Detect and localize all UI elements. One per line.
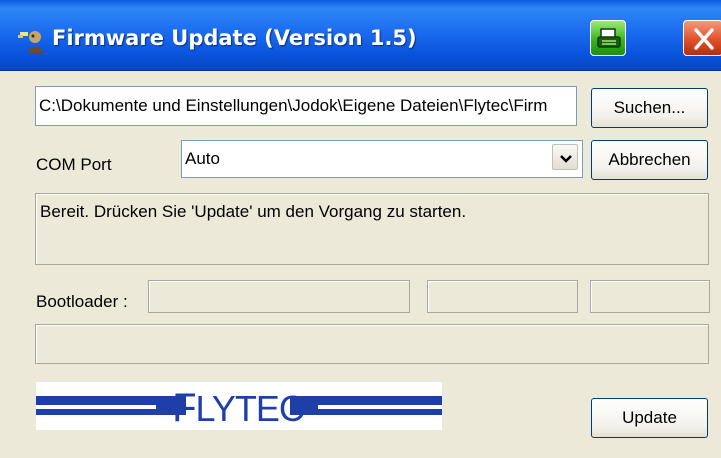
flytec-logo-graphic: FLYTEC — [36, 384, 442, 430]
com-port-select[interactable]: Auto — [181, 140, 583, 178]
file-path-value: C:\Dokumente und Einstellungen\Jodok\Eig… — [39, 96, 548, 115]
update-button[interactable]: Update — [591, 398, 708, 438]
cancel-button[interactable]: Abbrechen — [591, 140, 708, 180]
progress-bar — [35, 324, 709, 364]
firmware-update-window: Firmware Update (Version 1.5) C:\Dokumen… — [0, 0, 721, 458]
status-message-box: Bereit. Drücken Sie 'Update' um den Vorg… — [35, 193, 709, 265]
close-button[interactable] — [683, 20, 721, 56]
print-button[interactable] — [590, 20, 626, 56]
status-message: Bereit. Drücken Sie 'Update' um den Vorg… — [40, 202, 467, 221]
title-bar[interactable]: Firmware Update (Version 1.5) — [0, 0, 721, 71]
browse-button-label: Suchen... — [613, 98, 686, 117]
printer-icon — [597, 28, 621, 48]
bootloader-field-2 — [427, 280, 578, 313]
bootloader-label: Bootloader : — [36, 292, 128, 311]
file-path-input[interactable]: C:\Dokumente und Einstellungen\Jodok\Eig… — [35, 86, 577, 126]
app-icon — [18, 31, 44, 53]
chevron-down-icon — [560, 155, 572, 163]
com-port-dropdown-button[interactable] — [552, 144, 578, 170]
bootloader-field-3 — [590, 280, 710, 313]
flytec-logo-text: FLYTEC — [172, 386, 304, 430]
update-button-label: Update — [622, 408, 677, 427]
com-port-label: COM Port — [36, 155, 112, 174]
flytec-logo: FLYTEC — [36, 382, 442, 430]
window-title: Firmware Update (Version 1.5) — [52, 26, 417, 50]
cancel-button-label: Abbrechen — [608, 150, 691, 169]
browse-button[interactable]: Suchen... — [591, 88, 708, 128]
com-port-selected: Auto — [185, 149, 220, 168]
bootloader-field-1 — [148, 280, 410, 313]
close-icon — [694, 28, 714, 50]
